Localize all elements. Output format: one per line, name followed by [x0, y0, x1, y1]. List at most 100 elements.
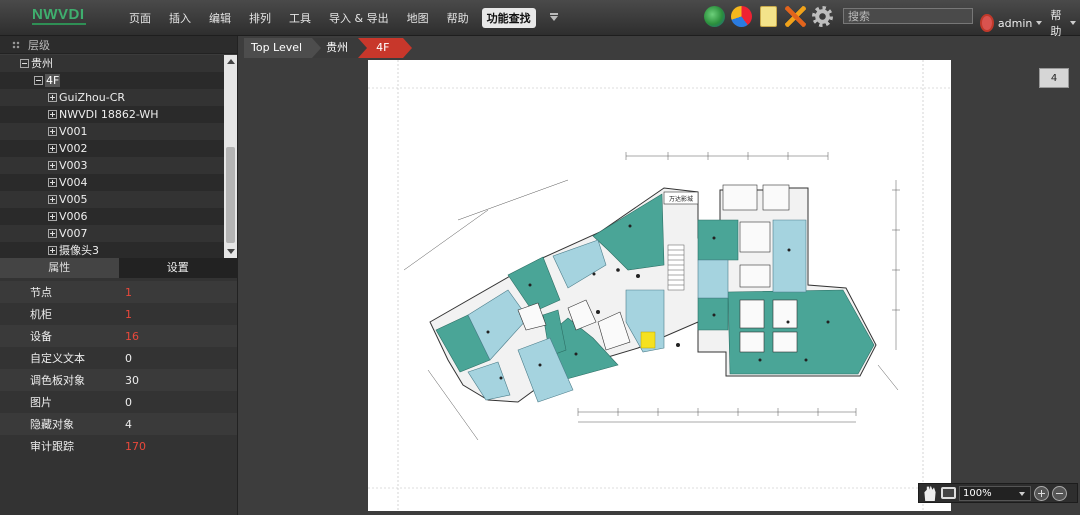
tree-node-item[interactable]: V003: [0, 157, 224, 174]
menu-help[interactable]: 帮助: [438, 10, 478, 26]
tree-node-label: V004: [59, 176, 88, 189]
menu-edit[interactable]: 编辑: [200, 10, 240, 26]
menu-page[interactable]: 页面: [120, 10, 160, 26]
expand-icon[interactable]: [48, 195, 57, 204]
user-dropdown-icon[interactable]: [1036, 21, 1043, 25]
menu-collapse-icon[interactable]: [549, 12, 558, 21]
tree-node-label: 贵州: [31, 57, 53, 70]
expand-icon[interactable]: [48, 93, 57, 102]
escalator: [667, 244, 685, 291]
prop-row-hidden-objects: 隐藏对象 4: [0, 413, 237, 435]
tree-node-item[interactable]: V007: [0, 225, 224, 242]
expand-icon[interactable]: [48, 229, 57, 238]
toolbar-icons: [704, 6, 833, 27]
prop-row-nodes: 节点 1: [0, 281, 237, 303]
zoom-level-select[interactable]: 100%: [959, 485, 1031, 501]
tree-node-label: V005: [59, 193, 88, 206]
prop-row-devices: 设备 16: [0, 325, 237, 347]
prop-row-images: 图片 0: [0, 391, 237, 413]
tree-node-label: V006: [59, 210, 88, 223]
tree-node-label: V002: [59, 142, 88, 155]
tree-header-title: 层级: [28, 38, 50, 52]
expand-icon[interactable]: [48, 178, 57, 187]
tree-node-label: 摄像头3: [59, 244, 99, 257]
tree-node-item[interactable]: V006: [0, 208, 224, 225]
expand-icon[interactable]: [48, 246, 57, 255]
tree-node-item[interactable]: V004: [0, 174, 224, 191]
top-bar: NWVDI 页面 插入 编辑 排列 工具 导入 & 导出 地图 帮助 功能查找 …: [0, 0, 1080, 39]
prop-value: 0: [125, 395, 132, 409]
menu-import-export[interactable]: 导入 & 导出: [320, 10, 398, 26]
prop-value: 1: [125, 307, 132, 321]
hand-pan-icon[interactable]: [924, 485, 936, 501]
tree-node-item[interactable]: 摄像头3: [0, 242, 224, 258]
scroll-thumb[interactable]: [226, 147, 235, 243]
floor-plan-canvas[interactable]: 万达影城: [368, 60, 951, 511]
tools-icon[interactable]: [785, 6, 806, 27]
expand-icon[interactable]: [48, 161, 57, 170]
expand-icon[interactable]: [48, 127, 57, 136]
collapse-icon[interactable]: [20, 59, 29, 68]
prop-row-custom-text: 自定义文本 0: [0, 347, 237, 369]
tree-scrollbar[interactable]: [224, 55, 237, 258]
logo-underline: [32, 23, 86, 25]
layer-tree-panel: 层级 贵州 4F GuiZhou-CR NWVDI 18862-WH V001 …: [0, 36, 238, 258]
tab-properties[interactable]: 属性: [0, 258, 119, 278]
prop-value: 0: [125, 351, 132, 365]
expand-icon[interactable]: [48, 144, 57, 153]
main-menu: 页面 插入 编辑 排列 工具 导入 & 导出 地图 帮助 功能查找: [120, 0, 558, 36]
tree-node-label: V003: [59, 159, 88, 172]
globe-icon[interactable]: [704, 6, 725, 27]
tree-list: 贵州 4F GuiZhou-CR NWVDI 18862-WH V001 V00…: [0, 55, 224, 258]
scroll-down-icon[interactable]: [227, 249, 235, 254]
fit-page-icon[interactable]: [941, 487, 956, 499]
app-logo[interactable]: NWVDI: [32, 6, 85, 23]
selected-device-marker[interactable]: [640, 331, 656, 349]
page-number-badge[interactable]: 4: [1039, 68, 1069, 88]
menu-tools[interactable]: 工具: [280, 10, 320, 26]
store-sign-label: 万达影城: [669, 195, 693, 203]
prop-row-audit-trail: 审计跟踪 170: [0, 435, 237, 457]
zoom-in-icon[interactable]: [1034, 485, 1049, 501]
expand-icon[interactable]: [48, 110, 57, 119]
prop-value: 1: [125, 285, 132, 299]
pie-chart-icon[interactable]: [731, 6, 752, 27]
breadcrumb-top-level[interactable]: Top Level: [244, 38, 322, 58]
tree-node-label: NWVDI 18862-WH: [59, 108, 159, 121]
prop-value: 170: [125, 439, 146, 453]
expand-icon[interactable]: [48, 212, 57, 221]
help-dropdown-icon[interactable]: [1070, 21, 1076, 25]
tree-node-item[interactable]: V002: [0, 140, 224, 157]
tab-settings[interactable]: 设置: [118, 258, 237, 278]
user-name[interactable]: admin: [998, 17, 1032, 30]
tree-header: 层级: [0, 36, 237, 54]
prop-value: 16: [125, 329, 139, 343]
tree-node-label: GuiZhou-CR: [59, 91, 126, 104]
prop-row-palette-objects: 调色板对象 30: [0, 369, 237, 391]
menu-map[interactable]: 地图: [398, 10, 438, 26]
menu-feature-search[interactable]: 功能查找: [481, 8, 536, 28]
drag-handle-icon[interactable]: [12, 40, 20, 49]
tree-node-item[interactable]: NWVDI 18862-WH: [0, 106, 224, 123]
zoom-out-icon[interactable]: [1052, 485, 1067, 501]
user-avatar-icon[interactable]: [980, 14, 994, 32]
prop-value: 30: [125, 373, 139, 387]
prop-row-cabinets: 机柜 1: [0, 303, 237, 325]
gear-icon[interactable]: [812, 6, 833, 27]
menu-arrange[interactable]: 排列: [240, 10, 280, 26]
tree-node-item[interactable]: V001: [0, 123, 224, 140]
tree-node-root[interactable]: 贵州: [0, 55, 224, 72]
tree-node-floor[interactable]: 4F: [0, 72, 224, 89]
scroll-up-icon[interactable]: [227, 59, 235, 64]
note-icon[interactable]: [760, 6, 777, 27]
tree-node-item[interactable]: GuiZhou-CR: [0, 89, 224, 106]
menu-insert[interactable]: 插入: [160, 10, 200, 26]
user-area: admin 帮助: [980, 7, 1080, 39]
collapse-icon[interactable]: [34, 76, 43, 85]
properties-panel: 属性 设置 节点 1 机柜 1 设备 16 自定义文本 0 调色板对象 30 图片 0 隐藏…: [0, 258, 238, 515]
search-input[interactable]: [843, 8, 973, 24]
tree-node-item[interactable]: V005: [0, 191, 224, 208]
zoom-toolbar: 100%: [918, 483, 1078, 503]
properties-tabs: 属性 设置: [0, 258, 237, 278]
help-link[interactable]: 帮助: [1050, 7, 1066, 39]
